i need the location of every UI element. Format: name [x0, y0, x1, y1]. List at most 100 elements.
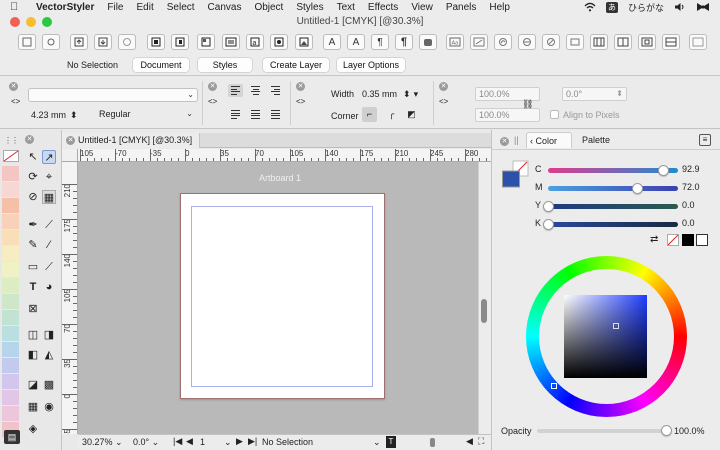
lock-proportions-icon[interactable]: ⛓ [522, 99, 533, 110]
scale-y-field[interactable]: 100.0% [475, 108, 540, 122]
color-swatch[interactable] [2, 310, 19, 325]
none-color-icon[interactable] [667, 234, 679, 246]
collapse-icon[interactable]: <> [296, 97, 305, 106]
grid-tool-icon[interactable]: ▦ [26, 400, 40, 414]
rotation-field[interactable]: 0.0° ⬍ [562, 87, 627, 101]
chevron-down-icon[interactable]: ▾ [414, 89, 419, 99]
styles-button[interactable]: Styles [198, 58, 252, 72]
channel-value-c[interactable]: 92.9 [682, 164, 700, 174]
input-source-icon[interactable]: あ [605, 1, 618, 13]
last-page-icon[interactable]: ▶| [248, 436, 257, 447]
brush-tool-icon[interactable]: ⁄ [42, 238, 56, 252]
transform-tool-icon[interactable]: ▦ [42, 190, 56, 204]
distort-effect-icon[interactable] [542, 34, 560, 50]
zoom-window-button[interactable] [42, 17, 52, 27]
document-tab[interactable]: ✕ Untitled-1 [CMYK] [@30.3%] [62, 133, 200, 148]
direct-select-tool-icon[interactable]: ⌖ [42, 170, 56, 184]
pencil-tool-icon[interactable]: ✎ [26, 238, 40, 252]
fill-stroke-swatch[interactable] [502, 160, 530, 188]
opacity-slider-knob[interactable] [661, 425, 672, 436]
channel-value-k[interactable]: 0.0 [682, 218, 695, 228]
hue-picker-marker[interactable] [551, 383, 557, 389]
color-swatch[interactable] [2, 294, 19, 309]
color-swatch[interactable] [2, 198, 19, 213]
channel-slider-knob[interactable] [632, 183, 644, 194]
view-options-icon[interactable] [689, 34, 707, 50]
first-page-icon[interactable]: |◀ [173, 436, 182, 447]
contour-tool-icon[interactable]: ⊘ [26, 190, 40, 204]
gradient-tool-icon[interactable]: ⊠ [26, 302, 40, 316]
shape-style-icon[interactable] [419, 34, 437, 50]
collapse-icon[interactable]: <> [439, 97, 448, 106]
menu-text[interactable]: Text [337, 2, 355, 13]
corner-miter-icon[interactable]: ⌐ [362, 107, 377, 122]
grip-icon[interactable]: || [514, 135, 519, 145]
lasso-tool-icon[interactable]: ⟳ [26, 170, 40, 184]
color-swatch[interactable] [2, 182, 19, 197]
collapse-icon[interactable]: <> [208, 97, 217, 106]
stroke-width-field[interactable]: 0.35 mm ⬍ ▾ [362, 87, 432, 101]
channel-value-m[interactable]: 72.0 [682, 182, 700, 192]
stepper-icon[interactable]: ⬍ [616, 88, 623, 100]
minimize-window-button[interactable] [26, 17, 36, 27]
stepper-icon[interactable]: ⬍ [403, 89, 411, 99]
artboard-label[interactable]: Artboard 1 [259, 173, 301, 183]
chat-icon[interactable]: ▤ [4, 430, 20, 444]
sv-picker-marker[interactable] [613, 323, 619, 329]
color-swatch[interactable] [2, 214, 19, 229]
stepper-icon[interactable]: ⬍ [70, 110, 78, 120]
guide-tool-icon[interactable]: ◉ [42, 400, 56, 414]
text-on-path-icon[interactable]: A [323, 34, 341, 50]
selection-tool-icon[interactable]: ↖ [26, 150, 40, 164]
fill-tool-icon[interactable]: ◭ [42, 348, 56, 362]
image-icon[interactable] [295, 34, 313, 50]
color-swatch[interactable] [2, 358, 19, 373]
table-icon[interactable] [590, 34, 608, 50]
preferences-icon[interactable] [118, 34, 136, 50]
menu-object[interactable]: Object [254, 2, 283, 13]
text-tool-icon[interactable]: T [26, 280, 40, 294]
compound-icon[interactable]: a [246, 34, 264, 50]
knife-tool-icon[interactable]: ⟋ [42, 260, 56, 274]
text-frame-icon[interactable]: Aa [446, 34, 464, 50]
horizontal-ruler[interactable]: 105 -70 -35 0 35 70 105 140 175 210 245 280 [78, 149, 491, 162]
opacity-slider[interactable] [537, 429, 667, 433]
wifi-icon[interactable] [584, 2, 596, 12]
text-style-icon[interactable]: A [347, 34, 365, 50]
color-swatch[interactable] [2, 390, 19, 405]
color-swatch[interactable] [2, 278, 19, 293]
corner-bevel-icon[interactable]: ◩ [404, 107, 419, 122]
opacity-value[interactable]: 100.0% [674, 426, 705, 436]
vertical-scrollbar[interactable] [478, 162, 491, 434]
shadow-effect-icon[interactable] [566, 34, 584, 50]
channel-slider-y[interactable] [548, 204, 678, 209]
menu-edit[interactable]: Edit [137, 2, 154, 13]
justify-all-icon[interactable] [268, 108, 283, 121]
blend-effect-icon[interactable] [518, 34, 536, 50]
color-swatch[interactable] [2, 166, 19, 181]
selection-status-field[interactable]: No Selection [262, 437, 313, 447]
ungroup-icon[interactable] [171, 34, 189, 50]
font-size-field[interactable]: 4.23 mm ⬍ [31, 108, 91, 122]
saturation-value-square[interactable] [564, 295, 647, 378]
white-swatch[interactable] [696, 234, 708, 246]
ruler-corner[interactable] [62, 149, 78, 162]
align-left-icon[interactable] [228, 84, 243, 97]
color-swatch[interactable] [2, 342, 19, 357]
zoom-tool-icon[interactable]: ◪ [26, 378, 40, 392]
menu-file[interactable]: File [107, 2, 123, 13]
none-swatch-icon[interactable] [3, 150, 19, 162]
menu-select[interactable]: Select [167, 2, 195, 13]
document-button[interactable]: Document [133, 58, 189, 72]
grip-icon[interactable]: ⋮⋮ [4, 136, 19, 145]
group-icon[interactable] [147, 34, 165, 50]
menu-panels[interactable]: Panels [446, 2, 477, 13]
channel-slider-knob[interactable] [543, 201, 554, 212]
close-panel-icon[interactable]: ✕ [208, 82, 217, 91]
layer-options-button[interactable]: Layer Options [337, 58, 405, 72]
close-panel-icon[interactable]: ✕ [25, 135, 34, 144]
channel-slider-m[interactable] [548, 186, 678, 191]
font-style-select[interactable]: Regular ⌄ [96, 108, 196, 122]
close-tab-icon[interactable]: ✕ [66, 136, 75, 145]
tab-palette[interactable]: Palette [582, 135, 610, 145]
